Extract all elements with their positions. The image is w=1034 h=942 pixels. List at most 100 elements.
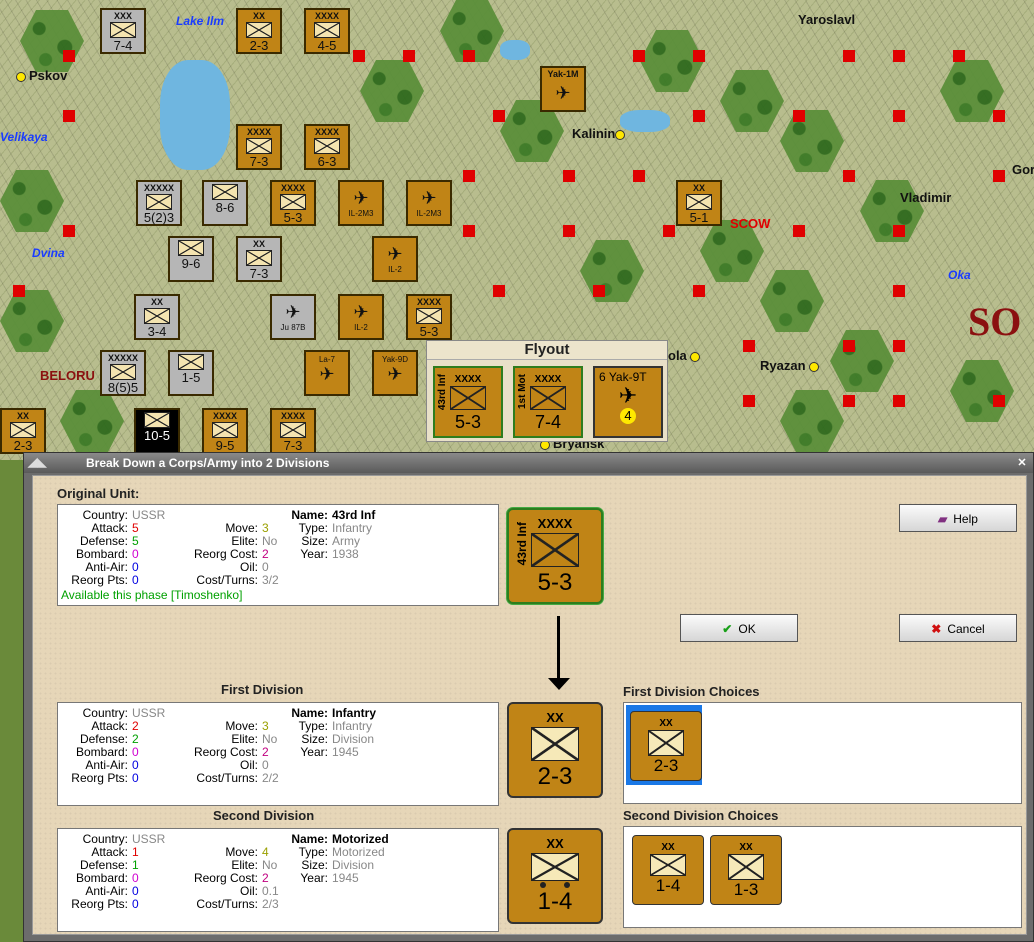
value: Division [332, 858, 375, 872]
first-choices-list[interactable]: XX 2-3 [623, 702, 1022, 804]
victory-marker [693, 285, 705, 297]
map-air-counter[interactable]: ✈ IL-2M3 [338, 180, 384, 226]
unit-size: XX [16, 411, 29, 421]
map-unit-counter[interactable]: 9-6 [168, 236, 214, 282]
map-unit-counter[interactable]: XX 7-3 [236, 236, 282, 282]
river-label: Velikaya [0, 130, 48, 144]
map-air-counter[interactable]: ✈ IL-2 [338, 294, 384, 340]
map-unit-counter[interactable]: XXXXX 8(5)5 [100, 350, 146, 396]
second-division-label: Second Division [213, 808, 315, 823]
map-unit-counter[interactable]: XXXXX 5(2)3 [136, 180, 182, 226]
aircraft-name: IL-2 [354, 323, 368, 332]
unit-values: 1-4 [655, 876, 681, 895]
victory-marker [493, 285, 505, 297]
unit-values: 7-3 [283, 438, 303, 453]
first-division-label: First Division [221, 682, 304, 697]
ok-button[interactable]: ✔ OK [680, 614, 798, 642]
flyout-unit[interactable]: 1st Mot XXXX 7-4 [513, 366, 583, 438]
aircraft-icon: ✈ [353, 188, 369, 208]
breakdown-dialog: ◢◣ Break Down a Corps/Army into 2 Divisi… [23, 452, 1034, 942]
hq-icon [686, 194, 712, 210]
window-menu-icon[interactable]: ◢◣ [28, 455, 58, 471]
map-air-counter[interactable]: Yak-1M ✈ [540, 66, 586, 112]
city-partial[interactable]: ola [668, 348, 703, 363]
map-unit-counter[interactable]: 10-5 [134, 408, 180, 454]
map-air-counter[interactable]: ✈ IL-2M3 [406, 180, 452, 226]
lake [500, 40, 530, 60]
map-unit-counter[interactable]: XX 3-4 [134, 294, 180, 340]
label: Size: [301, 858, 328, 872]
choice-counter[interactable]: XX 2-3 [630, 711, 702, 781]
unit-values: 10-5 [143, 428, 171, 443]
victory-marker [743, 395, 755, 407]
second-choices-list[interactable]: XX 1-4 XX 1-3 [623, 826, 1022, 928]
river-label: Dvina [32, 246, 65, 260]
map-unit-counter[interactable]: XX 2-3 [236, 8, 282, 54]
map-unit-counter[interactable]: 8-6 [202, 180, 248, 226]
label: Move: [225, 845, 258, 859]
infantry-icon [246, 22, 272, 38]
motorized-icon [650, 854, 686, 876]
label: Elite: [231, 732, 258, 746]
map-unit-counter[interactable]: XXX 7-4 [100, 8, 146, 54]
label: Defense: [79, 858, 128, 872]
city-pskov[interactable]: Pskov [16, 68, 67, 83]
unit-size: XX [150, 297, 163, 307]
first-division-info: Country: USSR Attack: 2 Defense: 2 Bomba… [57, 702, 499, 806]
unit-size: XX [661, 842, 675, 853]
map-unit-counter[interactable]: XXXX 4-5 [304, 8, 350, 54]
game-map[interactable]: Pskov Kalinin Yaroslavl Vladimir Ryazan … [0, 0, 1034, 460]
infantry-icon [314, 138, 340, 154]
map-unit-counter[interactable]: XXXX 5-3 [270, 180, 316, 226]
value: Motorized [332, 845, 385, 859]
map-air-counter[interactable]: ✈ Ju 87B [270, 294, 316, 340]
original-unit-info: Country: USSR Attack: 5 Defense: 5 Bomba… [57, 504, 499, 606]
city-vladimir[interactable]: Vladimir [900, 190, 951, 205]
city-kalinin[interactable]: Kalinin [572, 126, 628, 141]
map-air-counter[interactable]: Yak-9D ✈ [372, 350, 418, 396]
aircraft-icon: ✈ [387, 244, 403, 264]
map-unit-counter[interactable]: XXXX 9-5 [202, 408, 248, 454]
forest-hex [830, 330, 894, 392]
city-gor[interactable]: Gor [1012, 162, 1034, 177]
infantry-icon [280, 422, 306, 438]
city-yaroslavl[interactable]: Yaroslavl [798, 12, 855, 27]
unit-values: 8-6 [215, 200, 235, 215]
choice-counter[interactable]: XX 1-4 [632, 835, 704, 905]
dialog-titlebar[interactable]: ◢◣ Break Down a Corps/Army into 2 Divisi… [24, 453, 1033, 473]
flyout-unit[interactable]: 43rd Inf XXXX 5-3 [433, 366, 503, 438]
city-ryazan[interactable]: Ryazan [760, 358, 822, 373]
map-unit-counter[interactable]: 1-5 [168, 350, 214, 396]
help-button[interactable]: ▰ Help [899, 504, 1017, 532]
label: Move: [225, 521, 258, 535]
city-moscow[interactable]: SCOW [730, 216, 770, 231]
map-unit-counter[interactable]: XXXX 7-3 [270, 408, 316, 454]
map-unit-counter[interactable]: XXXX 5-3 [406, 294, 452, 340]
map-air-counter[interactable]: La-7 ✈ [304, 350, 350, 396]
close-icon[interactable]: ✕ [1015, 456, 1029, 470]
label: Cost/Turns: [196, 573, 258, 587]
unit-values: 4 [620, 408, 636, 424]
map-unit-counter[interactable]: XXXX 7-3 [236, 124, 282, 170]
map-unit-counter[interactable]: XX 5-1 [676, 180, 722, 226]
map-unit-counter[interactable]: XXXX 6-3 [304, 124, 350, 170]
aircraft-name: IL-2 [388, 265, 402, 274]
map-air-counter[interactable]: ✈ IL-2 [372, 236, 418, 282]
forest-hex [580, 240, 644, 302]
value: 0.1 [262, 884, 279, 898]
label: Reorg Pts: [71, 573, 128, 587]
unit-values: 7-4 [113, 38, 133, 53]
cancel-button[interactable]: ✖ Cancel [899, 614, 1017, 642]
map-unit-counter[interactable]: XX 2-3 [0, 408, 46, 454]
choice-counter[interactable]: XX 1-3 [710, 835, 782, 905]
victory-marker [953, 50, 965, 62]
unit-size: XX [252, 239, 265, 249]
region-label: SO [968, 299, 1022, 344]
flyout-unit[interactable]: 6 Yak-9T ✈ 4 [593, 366, 663, 438]
unit-icon [144, 308, 170, 324]
aircraft-name: Yak-1M [547, 69, 579, 79]
value: 0 [132, 897, 139, 911]
infantry-icon [314, 22, 340, 38]
unit-values: 1-5 [181, 370, 201, 385]
label: Year: [300, 745, 328, 759]
